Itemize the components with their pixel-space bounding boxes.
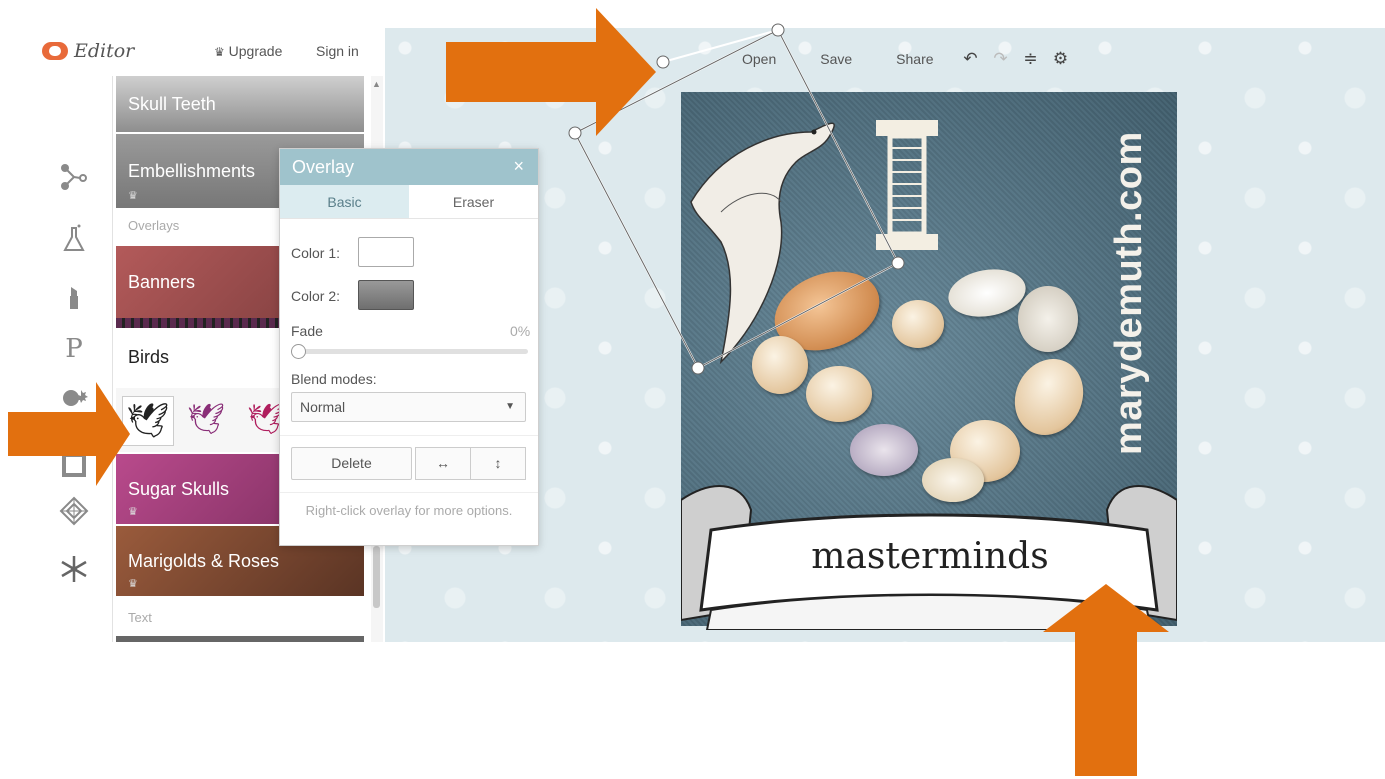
- close-icon[interactable]: ×: [513, 156, 524, 177]
- undo-icon[interactable]: ↶: [956, 49, 986, 69]
- arrow-annotation-top: [446, 8, 656, 136]
- premium-crown-icon: ♛: [128, 190, 138, 202]
- crown-icon: ♛: [214, 45, 225, 59]
- overlay-tabs: Basic Eraser: [280, 185, 538, 219]
- overlay-panel: Overlay × Basic Eraser Color 1: Color 2:…: [279, 148, 539, 546]
- text-tile-preview: [116, 636, 364, 642]
- banner-text: masterminds: [811, 536, 1049, 577]
- upgrade-link[interactable]: ♛ Upgrade: [214, 43, 282, 59]
- app-logo[interactable]: Editor: [42, 40, 134, 62]
- section-label-text: Text: [128, 610, 152, 625]
- color1-swatch[interactable]: [358, 237, 414, 267]
- fade-slider-track[interactable]: [292, 349, 528, 354]
- flip-horizontal-icon[interactable]: ↔: [415, 447, 471, 480]
- overlay-panel-title: Overlay: [292, 157, 355, 177]
- editor-app: Editor ♛ Upgrade Sign in P Skull Teeth E…: [0, 0, 1385, 779]
- flip-vertical-icon[interactable]: ↕: [470, 447, 526, 480]
- scroll-thumb[interactable]: [373, 546, 380, 608]
- monkey-logo-icon: [42, 42, 68, 60]
- scroll-up-icon[interactable]: ▲: [372, 79, 381, 89]
- redo-icon[interactable]: ↷: [986, 49, 1016, 69]
- bird-thumb-purple[interactable]: 🕊: [180, 396, 232, 446]
- overlay-hint-text: Right-click overlay for more options.: [305, 503, 513, 518]
- chevron-down-icon: ▼: [505, 401, 515, 412]
- tab-eraser[interactable]: Eraser: [409, 185, 538, 218]
- fade-slider-handle[interactable]: [291, 344, 306, 359]
- app-name: Editor: [74, 40, 135, 62]
- fade-value: 0%: [510, 323, 531, 339]
- effects-flask-icon[interactable]: [59, 224, 89, 254]
- section-label-overlays: Overlays: [128, 218, 180, 233]
- overlay-panel-header: Overlay ×: [280, 149, 538, 185]
- color2-label: Color 2:: [291, 288, 341, 304]
- touch-up-lipstick-icon[interactable]: [59, 282, 89, 312]
- text-tool-icon[interactable]: P: [59, 334, 89, 364]
- basic-edits-icon[interactable]: [59, 162, 89, 192]
- fade-label: Fade: [291, 323, 323, 339]
- settings-icon[interactable]: ⚙: [1046, 49, 1076, 69]
- signin-link[interactable]: Sign in: [316, 43, 359, 59]
- arrow-annotation-bottom: [1043, 584, 1169, 776]
- color1-label: Color 1:: [291, 245, 341, 261]
- premium-crown-icon: ♛: [128, 506, 138, 518]
- library-tile-skull-teeth[interactable]: Skull Teeth: [116, 76, 364, 132]
- tool-rail: P: [37, 76, 113, 642]
- tab-basic[interactable]: Basic: [280, 185, 409, 218]
- layers-icon[interactable]: ≑: [1016, 49, 1046, 69]
- blend-mode-select[interactable]: Normal ▼: [291, 392, 526, 422]
- textures-icon[interactable]: [59, 496, 89, 526]
- site-url-text: marydemuth.com: [1108, 131, 1150, 455]
- delete-button[interactable]: Delete: [291, 447, 412, 480]
- premium-crown-icon: ♛: [128, 578, 138, 590]
- arrow-annotation-left: [8, 382, 130, 486]
- seasonal-snowflake-icon[interactable]: [59, 554, 89, 584]
- color2-swatch[interactable]: [358, 280, 414, 310]
- blend-modes-label: Blend modes:: [291, 371, 377, 387]
